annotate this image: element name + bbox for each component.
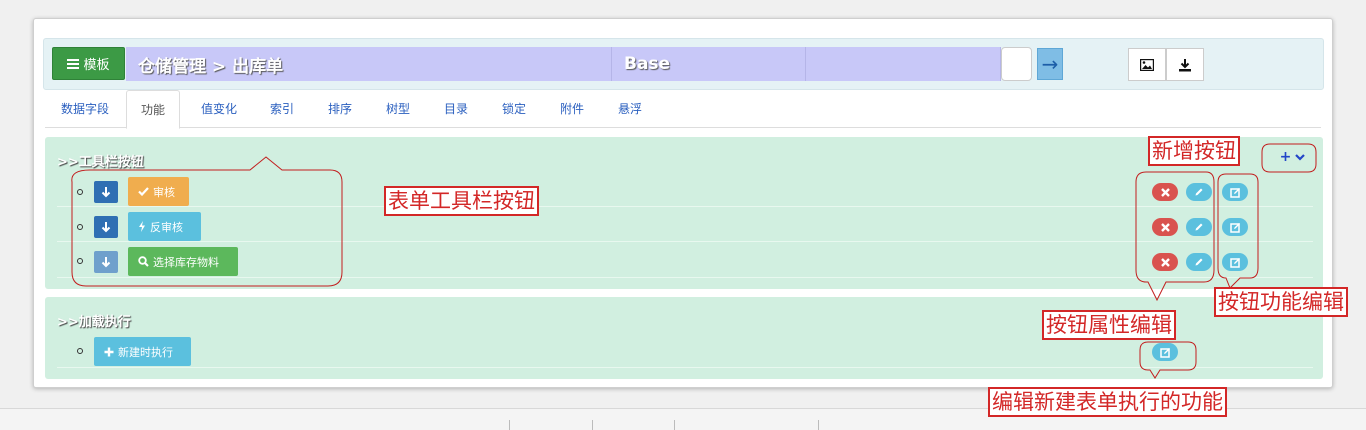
tab-bar: 数据字段 功能 值变化 索引 排序 树型 目录 锁定 附件 悬浮 bbox=[45, 90, 1321, 129]
list-bullet bbox=[77, 189, 83, 195]
delete-button[interactable] bbox=[1152, 253, 1178, 271]
annotation-add-button: 新增按钮 bbox=[1148, 136, 1240, 166]
arrow-down-icon bbox=[101, 187, 111, 198]
image-button[interactable] bbox=[1128, 48, 1166, 81]
plus-icon: + bbox=[1279, 149, 1292, 165]
footer-divider bbox=[818, 420, 819, 430]
select-material-button[interactable]: 选择库存物料 bbox=[128, 247, 238, 276]
tab-attachment[interactable]: 附件 bbox=[546, 90, 598, 128]
delete-button[interactable] bbox=[1152, 218, 1178, 236]
tab-data-fields[interactable]: 数据字段 bbox=[47, 90, 123, 128]
breadcrumb: 仓储管理 > 出库单 bbox=[126, 47, 612, 81]
approve-button[interactable]: 审核 bbox=[128, 177, 189, 206]
close-icon bbox=[1160, 222, 1170, 232]
unapprove-button[interactable]: 反审核 bbox=[128, 212, 201, 241]
edit-function-button[interactable] bbox=[1152, 343, 1178, 361]
edit-box-icon bbox=[1229, 222, 1240, 233]
tab-tree[interactable]: 树型 bbox=[372, 90, 424, 128]
footer-divider bbox=[592, 420, 593, 430]
header-input-box[interactable] bbox=[1001, 47, 1032, 81]
close-icon bbox=[1160, 187, 1170, 197]
footer-divider bbox=[509, 420, 510, 430]
row-divider bbox=[57, 367, 1313, 368]
header-cell bbox=[806, 47, 1001, 81]
annotation-property-edit: 按钮属性编辑 bbox=[1042, 310, 1176, 340]
edit-properties-button[interactable] bbox=[1186, 253, 1212, 271]
arrow-down-icon bbox=[101, 222, 111, 233]
base-label: Base bbox=[612, 47, 806, 81]
edit-properties-button[interactable] bbox=[1186, 183, 1212, 201]
pencil-icon bbox=[1195, 223, 1203, 231]
list-bullet bbox=[77, 224, 83, 230]
edit-properties-button[interactable] bbox=[1186, 218, 1212, 236]
bolt-icon bbox=[139, 221, 145, 232]
edit-box-icon bbox=[1229, 257, 1240, 268]
section-title: >>加载执行 bbox=[57, 315, 131, 330]
pencil-icon bbox=[1195, 188, 1203, 196]
list-icon bbox=[67, 58, 80, 69]
tab-value-change[interactable]: 值变化 bbox=[187, 90, 251, 128]
move-down-button[interactable] bbox=[94, 216, 118, 238]
pencil-icon bbox=[1195, 258, 1203, 266]
on-create-exec-button[interactable]: 新建时执行 bbox=[94, 337, 191, 366]
template-label: 模板 bbox=[83, 58, 110, 73]
unapprove-label: 反审核 bbox=[150, 220, 183, 234]
annotation-function-edit: 按钮功能编辑 bbox=[1214, 287, 1348, 317]
tab-lock[interactable]: 锁定 bbox=[488, 90, 540, 128]
image-icon bbox=[1140, 58, 1154, 71]
edit-box-icon bbox=[1159, 347, 1170, 358]
download-icon bbox=[1179, 58, 1191, 71]
arrow-right-icon: → bbox=[1041, 52, 1059, 76]
edit-box-icon bbox=[1229, 187, 1240, 198]
chevron-down-icon bbox=[1295, 153, 1306, 161]
row-divider bbox=[57, 206, 1313, 207]
tab-functions[interactable]: 功能 bbox=[126, 90, 181, 129]
zoom-icon bbox=[138, 256, 149, 267]
arrow-right-button[interactable]: → bbox=[1037, 48, 1063, 80]
tab-sort[interactable]: 排序 bbox=[314, 90, 366, 128]
close-icon bbox=[1160, 257, 1170, 267]
move-down-button[interactable] bbox=[94, 251, 118, 273]
annotation-new-form-exec: 编辑新建表单执行的功能 bbox=[988, 387, 1227, 417]
annotation-toolbar-buttons: 表单工具栏按钮 bbox=[384, 186, 539, 216]
section-title: >>工具栏按钮 bbox=[57, 155, 144, 170]
list-bullet bbox=[77, 258, 83, 264]
move-down-button[interactable] bbox=[94, 181, 118, 203]
approve-label: 审核 bbox=[153, 185, 175, 199]
on-create-exec-label: 新建时执行 bbox=[118, 345, 173, 359]
delete-button[interactable] bbox=[1152, 183, 1178, 201]
edit-function-button[interactable] bbox=[1222, 183, 1248, 201]
select-material-label: 选择库存物料 bbox=[153, 255, 219, 269]
row-divider bbox=[57, 241, 1313, 242]
tab-float[interactable]: 悬浮 bbox=[604, 90, 656, 128]
template-button[interactable]: 模板 bbox=[52, 47, 125, 80]
tab-index[interactable]: 索引 bbox=[256, 90, 308, 128]
plus-icon bbox=[104, 347, 114, 356]
list-bullet bbox=[77, 348, 83, 354]
row-divider bbox=[57, 277, 1313, 278]
footer-divider bbox=[674, 420, 675, 430]
edit-function-button[interactable] bbox=[1222, 253, 1248, 271]
add-button[interactable]: + bbox=[1270, 147, 1315, 167]
edit-function-button[interactable] bbox=[1222, 218, 1248, 236]
arrow-down-icon bbox=[101, 257, 111, 268]
check-icon bbox=[138, 187, 149, 196]
download-button[interactable] bbox=[1166, 48, 1204, 81]
tab-catalog[interactable]: 目录 bbox=[430, 90, 482, 128]
